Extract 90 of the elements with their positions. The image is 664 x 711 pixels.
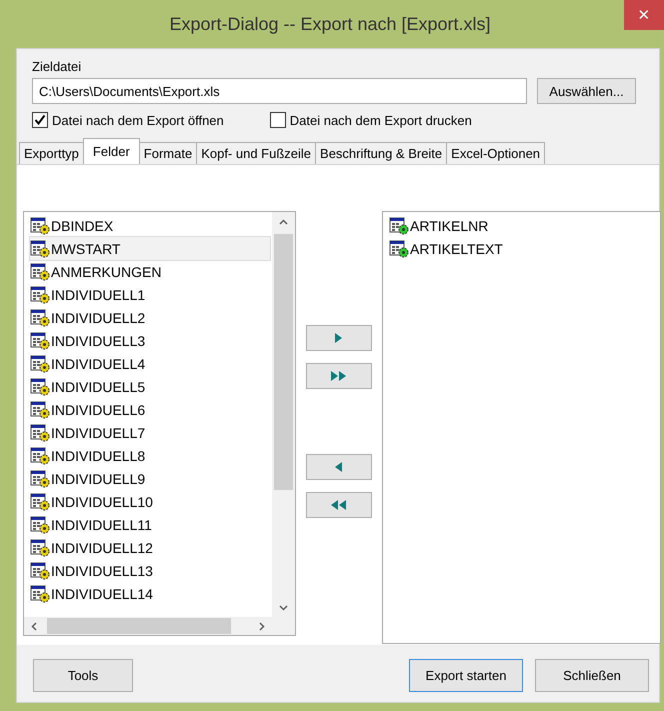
table-field-icon — [30, 470, 50, 488]
field-list-item[interactable]: INDIVIDUELL9 — [30, 467, 270, 490]
checkbox-label: Datei nach dem Export öffnen — [52, 112, 224, 128]
field-list-item[interactable]: INDIVIDUELL2 — [30, 306, 270, 329]
field-name: INDIVIDUELL13 — [51, 562, 153, 578]
window-title: Export-Dialog -- Export nach [Export.xls] — [169, 14, 491, 34]
tab[interactable]: Beschriftung & Breite — [315, 142, 448, 164]
field-name: DBINDEX — [51, 218, 114, 234]
scroll-left-icon[interactable] — [31, 622, 37, 631]
table-field-icon — [30, 538, 50, 556]
field-name: INDIVIDUELL3 — [51, 332, 146, 348]
scroll-up-icon[interactable] — [279, 219, 288, 225]
table-field-icon — [30, 308, 50, 326]
field-list-item[interactable]: ANMERKUNGEN — [30, 260, 270, 283]
field-name: INDIVIDUELL11 — [51, 516, 152, 532]
tab[interactable]: Felder — [82, 138, 140, 164]
left-arrow-icon — [334, 461, 344, 473]
browse-button[interactable]: Auswählen... — [537, 78, 636, 104]
table-field-icon — [30, 584, 50, 602]
field-list-item[interactable]: INDIVIDUELL8 — [30, 444, 270, 467]
table-field-icon — [30, 516, 50, 534]
field-name: INDIVIDUELL7 — [51, 424, 146, 440]
field-name: MWSTART — [51, 240, 120, 256]
tab[interactable]: Kopf- und Fußzeile — [196, 142, 316, 164]
tab[interactable]: Exporttyp — [19, 142, 84, 164]
horizontal-scrollbar[interactable] — [24, 617, 295, 635]
add-all-button[interactable] — [306, 363, 372, 389]
table-field-icon — [30, 400, 50, 418]
field-name: ARTIKELNR — [410, 218, 488, 234]
scroll-down-icon[interactable] — [279, 605, 288, 611]
table-field-icon — [30, 562, 50, 580]
field-name: INDIVIDUELL5 — [51, 378, 146, 394]
remove-button[interactable] — [306, 454, 372, 480]
field-list-item[interactable]: ARTIKELTEXT — [389, 237, 658, 260]
field-name: INDIVIDUELL1 — [51, 286, 146, 302]
field-list-item[interactable]: ARTIKELNR — [389, 214, 658, 237]
field-label: Zieldatei — [32, 59, 82, 74]
table-field-icon — [389, 216, 409, 234]
field-list-item[interactable]: MWSTART — [30, 237, 270, 260]
tab[interactable]: Excel-Optionen — [446, 142, 546, 164]
close-button[interactable]: ✕ — [624, 0, 664, 30]
field-name: ARTIKELTEXT — [410, 240, 503, 256]
field-list-item[interactable]: INDIVIDUELL3 — [30, 329, 270, 352]
field-name: INDIVIDUELL10 — [51, 494, 153, 510]
double-left-arrow-icon — [330, 499, 348, 511]
table-field-icon — [30, 378, 50, 396]
scroll-right-icon[interactable] — [259, 622, 265, 631]
field-list-item[interactable]: INDIVIDUELL11 — [30, 513, 270, 536]
field-name: INDIVIDUELL4 — [51, 356, 146, 372]
field-list-item[interactable]: DBINDEX — [30, 214, 270, 237]
table-field-icon — [30, 354, 50, 372]
table-field-icon — [30, 262, 50, 280]
table-field-icon — [389, 240, 409, 258]
field-name: INDIVIDUELL14 — [51, 586, 153, 602]
double-right-arrow-icon — [330, 370, 348, 382]
field-list-item[interactable]: INDIVIDUELL13 — [30, 559, 270, 582]
field-list-item[interactable]: INDIVIDUELL1 — [30, 283, 270, 306]
file-path-field[interactable]: C:\Users\Documents\Export.xls — [32, 78, 527, 104]
field-name: INDIVIDUELL2 — [51, 310, 146, 326]
field-list-item[interactable]: INDIVIDUELL5 — [30, 375, 270, 398]
field-list-item[interactable]: INDIVIDUELL7 — [30, 421, 270, 444]
field-list-item[interactable]: INDIVIDUELL12 — [30, 536, 270, 559]
add-button[interactable] — [306, 325, 372, 351]
dialog-button[interactable]: Export starten — [409, 659, 523, 692]
table-field-icon — [30, 216, 50, 234]
table-field-icon — [30, 424, 50, 442]
field-name: ANMERKUNGEN — [51, 264, 162, 280]
field-name: INDIVIDUELL9 — [51, 470, 146, 486]
field-name: INDIVIDUELL12 — [51, 540, 153, 556]
remove-all-button[interactable] — [306, 492, 372, 518]
checkbox-label: Datei nach dem Export drucken — [290, 112, 472, 128]
table-field-icon — [30, 240, 50, 258]
table-field-icon — [30, 446, 50, 464]
field-name: INDIVIDUELL8 — [51, 448, 146, 464]
field-name: INDIVIDUELL6 — [51, 402, 146, 418]
dialog-button[interactable]: Tools — [33, 659, 133, 692]
scrollbar-thumb[interactable] — [47, 618, 231, 634]
field-list-item[interactable]: INDIVIDUELL6 — [30, 398, 270, 421]
field-list-item[interactable]: INDIVIDUELL4 — [30, 352, 270, 375]
checkbox[interactable] — [32, 112, 48, 128]
scrollbar-thumb[interactable] — [274, 234, 293, 490]
checkbox[interactable] — [270, 112, 286, 128]
table-field-icon — [30, 286, 50, 304]
field-list-item[interactable]: INDIVIDUELL10 — [30, 490, 270, 513]
dialog-button[interactable]: Schließen — [535, 659, 649, 692]
table-field-icon — [30, 492, 50, 510]
field-list-item[interactable]: INDIVIDUELL14 — [30, 582, 270, 605]
vertical-scrollbar[interactable] — [272, 212, 295, 617]
right-arrow-icon — [334, 332, 344, 344]
table-field-icon — [30, 332, 50, 350]
